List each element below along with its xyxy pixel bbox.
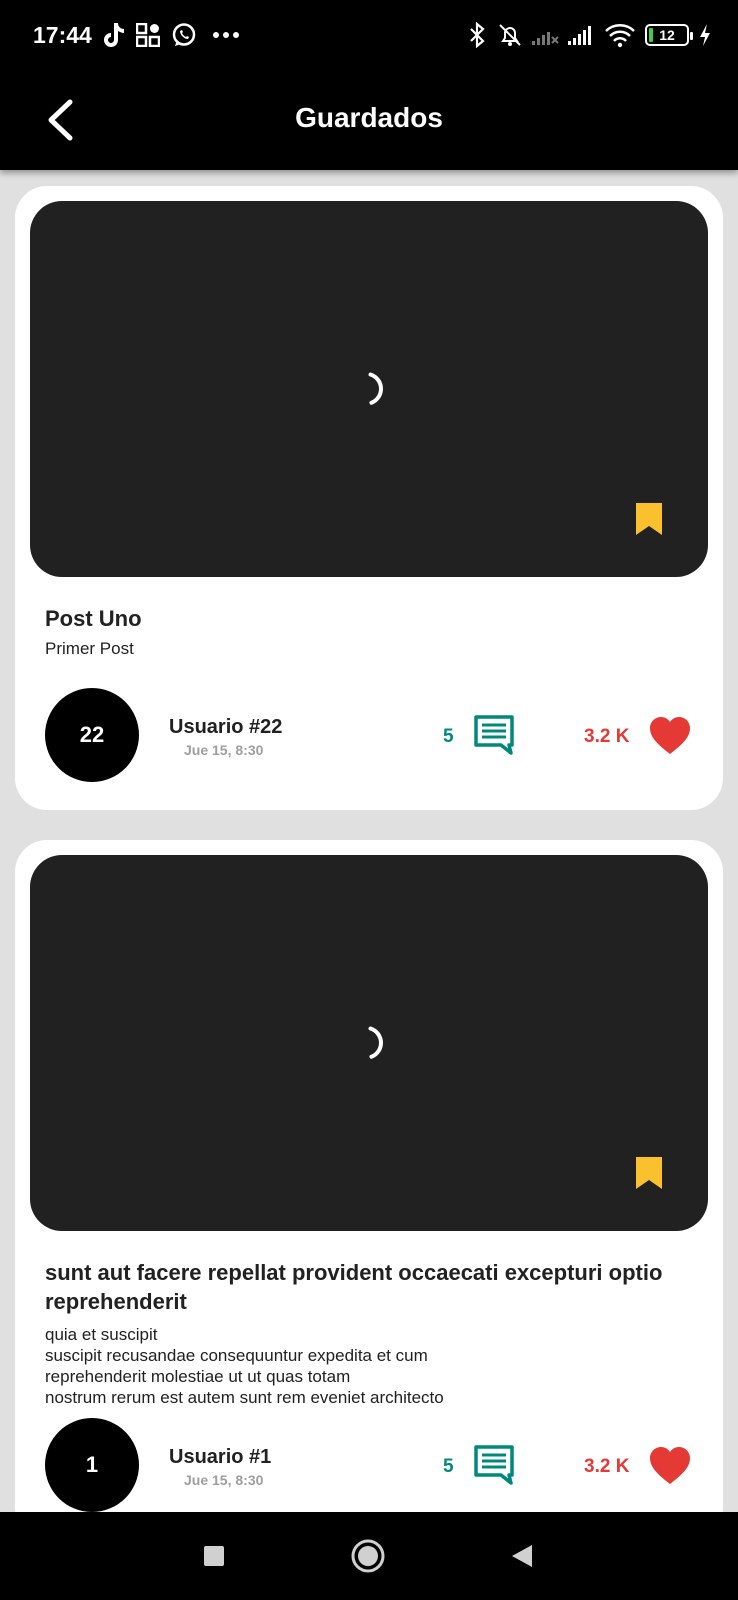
comment-count: 5 <box>443 726 454 747</box>
loading-spinner-icon <box>368 372 383 405</box>
wifi-icon <box>604 20 636 50</box>
post-title: Post Uno <box>45 606 142 631</box>
more-dots-icon <box>212 20 240 50</box>
signal-weak-icon <box>530 20 560 50</box>
page-title: Guardados <box>295 102 443 133</box>
recents-button[interactable] <box>192 1534 236 1578</box>
bluetooth-icon <box>468 20 486 50</box>
comment-icon[interactable] <box>473 1444 515 1486</box>
back-nav-button[interactable] <box>500 1534 544 1578</box>
post-title: sunt aut facere repellat provident occae… <box>45 1260 663 1314</box>
saved-posts-list[interactable]: Post Uno Primer Post 22 Usuario #22 Jue … <box>0 170 738 1512</box>
post-image-placeholder <box>30 201 708 577</box>
like-count: 3.2 K <box>584 1456 630 1477</box>
status-bar: 17:44 12 <box>0 0 738 72</box>
home-circle-icon <box>351 1539 385 1573</box>
post-date: Jue 15, 8:30 <box>184 1472 264 1488</box>
app-bar: Guardados <box>0 72 738 170</box>
whatsapp-icon <box>171 20 197 50</box>
user-name[interactable]: Usuario #1 <box>169 1446 271 1469</box>
loading-spinner-icon <box>368 1026 383 1059</box>
post-date: Jue 15, 8:30 <box>184 742 264 758</box>
home-button[interactable] <box>346 1534 390 1578</box>
alarm-off-icon <box>496 20 524 50</box>
status-time: 17:44 <box>33 22 92 48</box>
user-name[interactable]: Usuario #22 <box>169 716 282 739</box>
post-body: Primer Post <box>45 639 134 658</box>
qr-grid-icon <box>136 20 160 50</box>
like-count: 3.2 K <box>584 726 630 747</box>
recents-square-icon <box>204 1546 224 1566</box>
comment-icon[interactable] <box>473 714 515 756</box>
heart-icon[interactable] <box>649 716 691 756</box>
system-nav-bar <box>0 1512 738 1600</box>
comment-count: 5 <box>443 1456 454 1477</box>
avatar[interactable]: 22 <box>45 688 139 782</box>
battery-icon: 12 <box>645 24 693 46</box>
back-triangle-icon <box>512 1545 532 1567</box>
post-card[interactable]: sunt aut facere repellat provident occae… <box>15 840 723 1512</box>
charging-icon <box>698 20 712 50</box>
avatar[interactable]: 1 <box>45 1418 139 1512</box>
post-card[interactable]: Post Uno Primer Post 22 Usuario #22 Jue … <box>15 186 723 810</box>
bookmark-icon[interactable] <box>634 1155 664 1191</box>
signal-icon <box>566 20 596 50</box>
post-image-placeholder <box>30 855 708 1231</box>
heart-icon[interactable] <box>649 1446 691 1486</box>
tiktok-icon <box>100 20 126 50</box>
post-body: quia et suscipit suscipit recusandae con… <box>45 1325 444 1407</box>
bookmark-icon[interactable] <box>634 501 664 537</box>
